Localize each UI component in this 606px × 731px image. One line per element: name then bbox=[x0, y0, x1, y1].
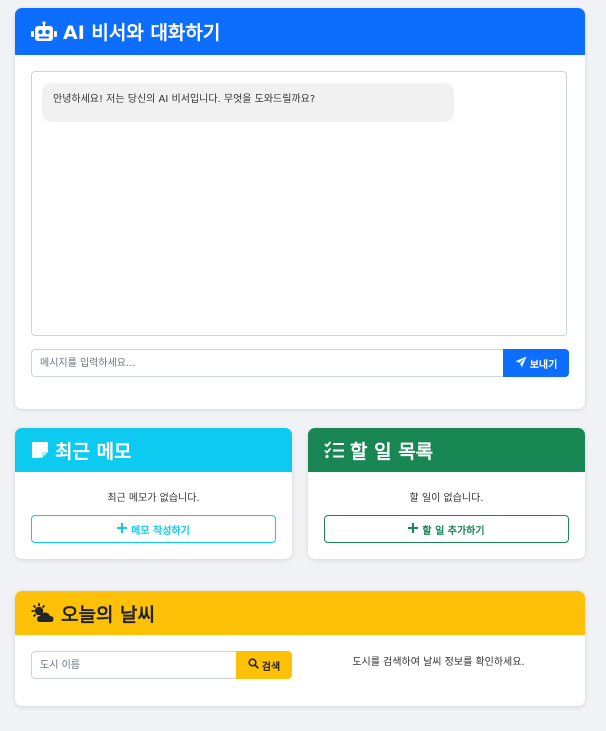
weather-header: 오늘의 날씨 bbox=[15, 591, 585, 635]
todo-empty-text: 할 일이 없습니다. bbox=[409, 493, 484, 504]
add-todo-label: 할 일 추가하기 bbox=[422, 525, 485, 537]
chat-title: AI 비서와 대화하기 bbox=[63, 22, 221, 44]
assistant-message-bubble: 안녕하세요! 저는 당신의 AI 비서입니다. 무엇을 도와드릴까요? bbox=[42, 83, 454, 122]
paper-plane-icon bbox=[515, 356, 527, 371]
magnifier-icon bbox=[248, 658, 259, 672]
city-search-row: 검색 bbox=[31, 651, 292, 679]
cloud-sun-icon bbox=[31, 603, 55, 623]
search-button-label: 검색 bbox=[261, 661, 281, 673]
add-todo-button[interactable]: 할 일 추가하기 bbox=[324, 515, 569, 543]
weather-title: 오늘의 날씨 bbox=[61, 603, 156, 626]
send-button[interactable]: 보내기 bbox=[503, 349, 569, 377]
memo-header: 최근 메모 bbox=[15, 428, 292, 472]
weather-info-text: 도시를 검색하여 날씨 정보를 확인하세요. bbox=[352, 657, 525, 668]
write-memo-button[interactable]: 메모 작성하기 bbox=[31, 515, 276, 543]
chat-messages-box[interactable]: 안녕하세요! 저는 당신의 AI 비서입니다. 무엇을 도와드릴까요? bbox=[31, 71, 567, 336]
todo-card: 할 일 목록 할 일이 없습니다. 할 일 추가하기 bbox=[308, 428, 585, 559]
chat-header: AI 비서와 대화하기 bbox=[15, 8, 585, 55]
robot-icon bbox=[31, 20, 57, 43]
memo-empty-text: 최근 메모가 없습니다. bbox=[107, 493, 200, 504]
sticky-note-icon bbox=[31, 441, 49, 459]
chat-card: AI 비서와 대화하기 안녕하세요! 저는 당신의 AI 비서입니다. 무엇을 … bbox=[15, 8, 585, 409]
city-input[interactable] bbox=[31, 651, 236, 679]
chat-input-row: 보내기 bbox=[31, 349, 569, 377]
message-input[interactable] bbox=[31, 349, 503, 377]
memo-title: 최근 메모 bbox=[55, 440, 132, 463]
search-button[interactable]: 검색 bbox=[236, 651, 292, 679]
write-memo-label: 메모 작성하기 bbox=[131, 525, 190, 537]
todo-header: 할 일 목록 bbox=[308, 428, 585, 472]
send-button-label: 보내기 bbox=[529, 359, 558, 371]
todo-title: 할 일 목록 bbox=[350, 440, 434, 463]
memo-card: 최근 메모 최근 메모가 없습니다. 메모 작성하기 bbox=[15, 428, 292, 559]
checklist-icon bbox=[324, 441, 344, 459]
plus-icon bbox=[117, 522, 128, 536]
plus-icon bbox=[408, 522, 419, 536]
assistant-message-text: 안녕하세요! 저는 당신의 AI 비서입니다. 무엇을 도와드릴까요? bbox=[53, 94, 316, 105]
weather-card: 오늘의 날씨 검색 도시를 검색하여 날씨 정보를 확인하세요. bbox=[15, 591, 585, 706]
